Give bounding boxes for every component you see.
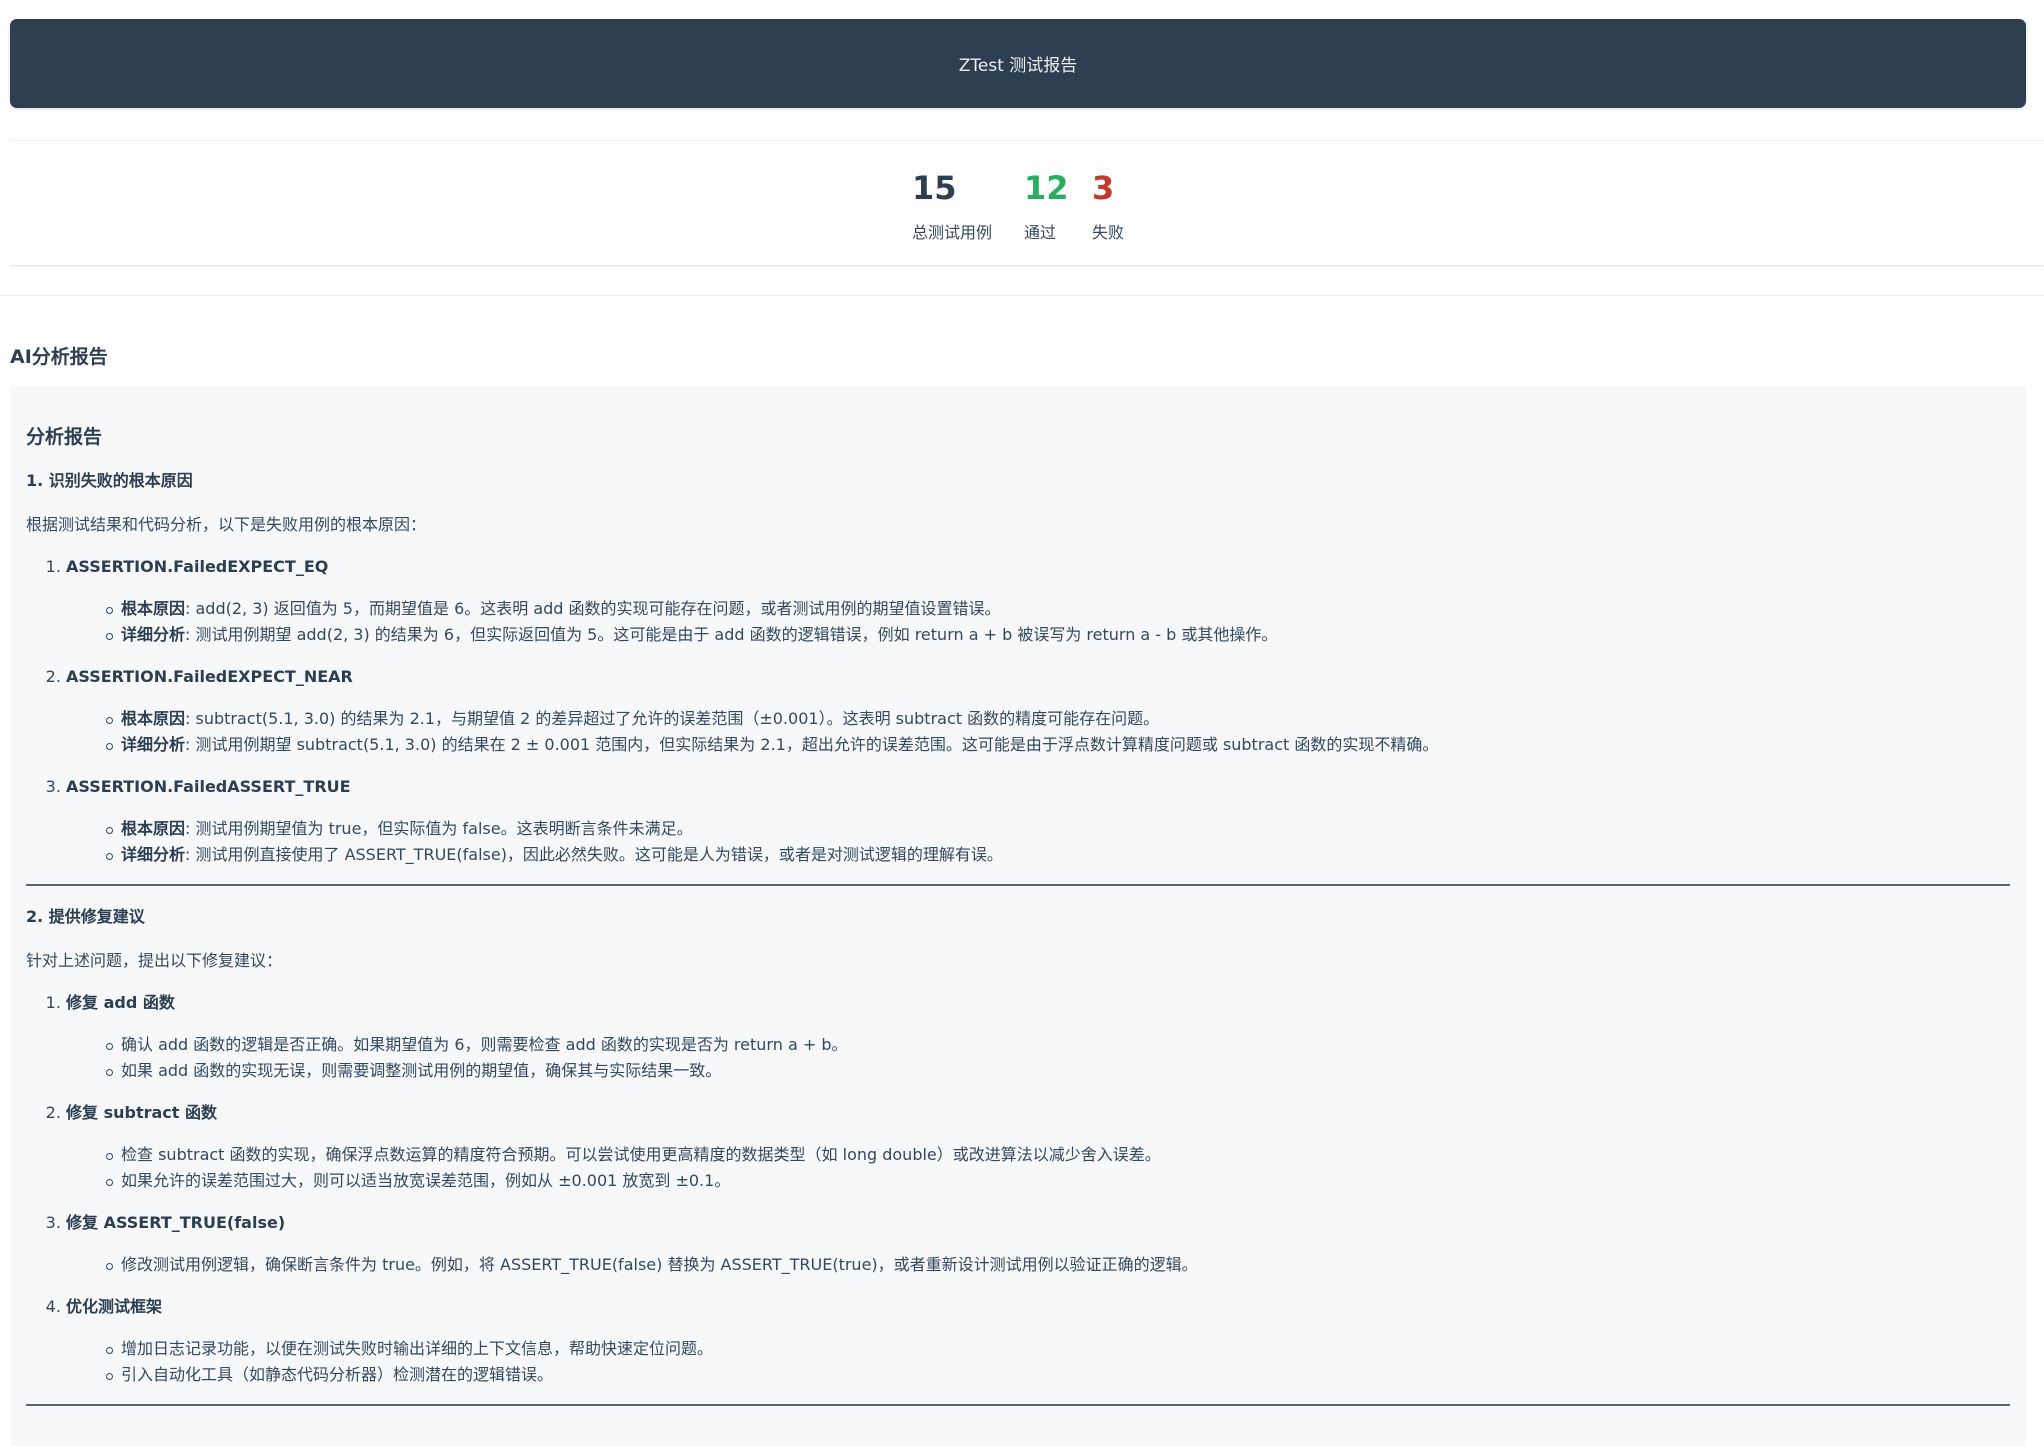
detail-analysis-label: 详细分析	[121, 735, 186, 754]
suggestion-item: 修复 ASSERT_TRUE(false) 修改测试用例逻辑，确保断言条件为 t…	[66, 1210, 2010, 1278]
detail-analysis: 详细分析: 测试用例期望 subtract(5.1, 3.0) 的结果在 2 ±…	[106, 732, 2010, 758]
failure-cause-list: ASSERTION.FailedEXPECT_EQ 根本原因: add(2, 3…	[26, 554, 2010, 868]
suggestion-bullet: 增加日志记录功能，以便在测试失败时输出详细的上下文信息，帮助快速定位问题。	[106, 1336, 2010, 1362]
root-cause-text: : subtract(5.1, 3.0) 的结果为 2.1，与期望值 2 的差异…	[185, 709, 1160, 728]
suggestion-bullets: 修改测试用例逻辑，确保断言条件为 true。例如，将 ASSERT_TRUE(f…	[66, 1252, 2010, 1278]
suggestion-title: 优化测试框架	[66, 1297, 163, 1316]
horizontal-rule	[26, 1404, 2010, 1406]
suggestion-title: 修复 add 函数	[66, 993, 175, 1012]
section1-heading: 1. 识别失败的根本原因	[26, 471, 193, 490]
failure-item: ASSERTION.FailedEXPECT_NEAR 根本原因: subtra…	[66, 664, 2010, 758]
test-summary: 15 总测试用例 12 通过 3 失败	[10, 140, 2044, 266]
root-cause: 根本原因: add(2, 3) 返回值为 5，而期望值是 6。这表明 add 函…	[106, 596, 2010, 622]
stat-total: 15 总测试用例	[912, 169, 992, 243]
fix-suggestion-list: 修复 add 函数 确认 add 函数的逻辑是否正确。如果期望值为 6，则需要检…	[26, 990, 2010, 1388]
root-cause-text: : add(2, 3) 返回值为 5，而期望值是 6。这表明 add 函数的实现…	[185, 599, 1001, 618]
failure-details: 根本原因: 测试用例期望值为 true，但实际值为 false。这表明断言条件未…	[66, 816, 2010, 868]
suggestion-item: 修复 subtract 函数 检查 subtract 函数的实现，确保浮点数运算…	[66, 1100, 2010, 1194]
suggestion-item: 优化测试框架 增加日志记录功能，以便在测试失败时输出详细的上下文信息，帮助快速定…	[66, 1294, 2010, 1388]
suggestion-bullets: 检查 subtract 函数的实现，确保浮点数运算的精度符合预期。可以尝试使用更…	[66, 1142, 2010, 1194]
stat-failed-label: 失败	[1092, 223, 1125, 242]
suggestion-bullet: 修改测试用例逻辑，确保断言条件为 true。例如，将 ASSERT_TRUE(f…	[106, 1252, 2010, 1278]
root-cause-label: 根本原因	[121, 819, 186, 838]
stat-passed-label: 通过	[1024, 223, 1057, 242]
root-cause-label: 根本原因	[121, 709, 186, 728]
page-title: ZTest 测试报告	[958, 56, 1078, 76]
suggestion-bullet: 如果允许的误差范围过大，则可以适当放宽误差范围，例如从 ±0.001 放宽到 ±…	[106, 1168, 2010, 1194]
analysis-report: 分析报告 1. 识别失败的根本原因 根据测试结果和代码分析，以下是失败用例的根本…	[10, 386, 2026, 1446]
suggestion-bullet: 如果 add 函数的实现无误，则需要调整测试用例的期望值，确保其与实际结果一致。	[106, 1058, 2010, 1084]
suggestion-title: 修复 ASSERT_TRUE(false)	[66, 1213, 286, 1232]
failure-item: ASSERTION.FailedEXPECT_EQ 根本原因: add(2, 3…	[66, 554, 2010, 648]
report-title: 分析报告	[26, 426, 103, 448]
detail-analysis-label: 详细分析	[121, 625, 186, 644]
failure-item: ASSERTION.FailedASSERT_TRUE 根本原因: 测试用例期望…	[66, 774, 2010, 868]
horizontal-rule	[26, 884, 2010, 886]
suggestion-bullet: 确认 add 函数的逻辑是否正确。如果期望值为 6，则需要检查 add 函数的实…	[106, 1032, 2010, 1058]
root-cause-text: : 测试用例期望值为 true，但实际值为 false。这表明断言条件未满足。	[185, 819, 693, 838]
detail-analysis-label: 详细分析	[121, 845, 186, 864]
ai-section-title: AI分析报告	[10, 346, 108, 368]
section-divider	[0, 295, 2044, 296]
suggestion-bullets: 增加日志记录功能，以便在测试失败时输出详细的上下文信息，帮助快速定位问题。 引入…	[66, 1336, 2010, 1388]
suggestion-bullet: 引入自动化工具（如静态代码分析器）检测潜在的逻辑错误。	[106, 1362, 2010, 1388]
stat-total-label: 总测试用例	[912, 223, 993, 242]
failure-details: 根本原因: add(2, 3) 返回值为 5，而期望值是 6。这表明 add 函…	[66, 596, 2010, 648]
section1-intro: 根据测试结果和代码分析，以下是失败用例的根本原因：	[26, 515, 427, 534]
detail-analysis-text: : 测试用例直接使用了 ASSERT_TRUE(false)，因此必然失败。这可…	[185, 845, 1003, 864]
section2-heading: 2. 提供修复建议	[26, 907, 145, 926]
stat-failed-value: 3	[1092, 169, 1115, 207]
detail-analysis-text: : 测试用例期望 add(2, 3) 的结果为 6，但实际返回值为 5。这可能是…	[185, 625, 1278, 644]
suggestion-title: 修复 subtract 函数	[66, 1103, 217, 1122]
stat-passed-value: 12	[1024, 169, 1069, 207]
failure-details: 根本原因: subtract(5.1, 3.0) 的结果为 2.1，与期望值 2…	[66, 706, 2010, 758]
failure-title: ASSERTION.FailedEXPECT_NEAR	[66, 667, 353, 686]
detail-analysis: 详细分析: 测试用例期望 add(2, 3) 的结果为 6，但实际返回值为 5。…	[106, 622, 2010, 648]
root-cause: 根本原因: 测试用例期望值为 true，但实际值为 false。这表明断言条件未…	[106, 816, 2010, 842]
stat-total-value: 15	[912, 169, 957, 207]
failure-title: ASSERTION.FailedASSERT_TRUE	[66, 777, 351, 796]
root-cause-label: 根本原因	[121, 599, 186, 618]
root-cause: 根本原因: subtract(5.1, 3.0) 的结果为 2.1，与期望值 2…	[106, 706, 2010, 732]
failure-title: ASSERTION.FailedEXPECT_EQ	[66, 557, 329, 576]
detail-analysis: 详细分析: 测试用例直接使用了 ASSERT_TRUE(false)，因此必然失…	[106, 842, 2010, 868]
suggestion-item: 修复 add 函数 确认 add 函数的逻辑是否正确。如果期望值为 6，则需要检…	[66, 990, 2010, 1084]
suggestion-bullets: 确认 add 函数的逻辑是否正确。如果期望值为 6，则需要检查 add 函数的实…	[66, 1032, 2010, 1084]
section2-intro: 针对上述问题，提出以下修复建议：	[26, 951, 283, 970]
report-header: ZTest 测试报告	[10, 19, 2026, 108]
detail-analysis-text: : 测试用例期望 subtract(5.1, 3.0) 的结果在 2 ± 0.0…	[185, 735, 1439, 754]
stat-passed: 12 通过	[1024, 169, 1069, 243]
suggestion-bullet: 检查 subtract 函数的实现，确保浮点数运算的精度符合预期。可以尝试使用更…	[106, 1142, 2010, 1168]
stat-failed: 3 失败	[1092, 169, 1124, 243]
